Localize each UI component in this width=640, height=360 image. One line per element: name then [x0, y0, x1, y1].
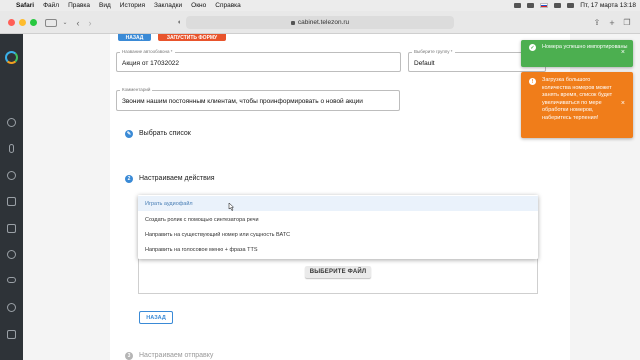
lock-icon	[290, 20, 295, 25]
macos-menubar: Safari Файл Правка Вид История Закладки …	[0, 0, 640, 11]
telezon-logo[interactable]	[5, 51, 18, 64]
chevron-down-icon[interactable]: ⌄	[62, 17, 68, 28]
control-center-icon[interactable]	[567, 3, 575, 8]
action-dropdown-menu: Играть аудиофайл Создать ролик с помощью…	[138, 195, 538, 259]
dropdown-item-tts[interactable]: Создать ролик с помощью синтезатора речи	[138, 212, 538, 227]
autodial-name-value[interactable]: Акция от 17032022	[122, 60, 179, 67]
tab-overview-icon[interactable]: ❐	[622, 17, 632, 28]
step-back-button[interactable]: НАЗАД	[139, 311, 173, 324]
mouse-pointer-icon	[228, 203, 234, 211]
app-sidebar	[0, 34, 23, 360]
close-icon[interactable]: ×	[621, 100, 625, 107]
close-window-button[interactable]	[8, 19, 15, 26]
menu-view[interactable]: Вид	[99, 2, 111, 9]
autodial-name-field[interactable]: Название автообзвона * Акция от 17032022	[116, 49, 401, 72]
step-configure-sending[interactable]: Настраиваем отправку	[139, 352, 213, 359]
clock[interactable]: Пт, 17 марта 13:18	[580, 2, 636, 9]
chat-icon[interactable]	[7, 250, 16, 259]
browser-toolbar: ⌄ ‹ › ◖ cabinet.telezon.ru ⇪ + ❐	[0, 11, 640, 34]
autodial-name-label: Название автообзвона *	[120, 49, 175, 54]
document-icon[interactable]	[7, 197, 16, 206]
address-bar[interactable]: cabinet.telezon.ru	[186, 16, 454, 29]
launch-form-button[interactable]: ЗАПУСТИТЬ ФОРМУ	[158, 34, 226, 41]
group-select-value[interactable]: Default	[414, 60, 435, 67]
grid-icon[interactable]	[7, 330, 16, 339]
privacy-shield-icon[interactable]: ◖	[175, 17, 183, 28]
new-tab-icon[interactable]: +	[608, 17, 616, 28]
link-icon[interactable]	[7, 277, 16, 283]
menu-window[interactable]: Окно	[191, 2, 206, 9]
minimize-window-button[interactable]	[19, 19, 26, 26]
battery-icon[interactable]	[514, 3, 522, 8]
comment-field[interactable]: Комментарий Звоним нашим постоянным клие…	[116, 87, 400, 111]
menu-safari[interactable]: Safari	[16, 2, 34, 9]
url-text: cabinet.telezon.ru	[297, 19, 350, 26]
menu-edit[interactable]: Правка	[68, 2, 90, 9]
step-complete-pencil-icon: ✎	[125, 130, 133, 138]
microphone-icon[interactable]	[9, 144, 14, 153]
step-number-3: 3	[125, 352, 133, 360]
warning-toast-text: Загрузка большого количества номеров мож…	[542, 77, 613, 121]
check-icon: ✓	[529, 44, 536, 51]
menu-help[interactable]: Справка	[215, 2, 241, 9]
wifi-icon[interactable]	[527, 3, 535, 8]
menu-bookmarks[interactable]: Закладки	[154, 2, 182, 9]
zoom-window-button[interactable]	[30, 19, 37, 26]
phone-settings-icon[interactable]	[7, 303, 16, 312]
search-icon[interactable]	[554, 3, 562, 8]
step-number-2: 2	[125, 175, 133, 183]
search-icon[interactable]	[7, 171, 16, 180]
share-icon[interactable]: ⇪	[593, 17, 601, 28]
menu-file[interactable]: Файл	[43, 2, 59, 9]
dropdown-item-redirect-number[interactable]: Направить на существующий номер или сущн…	[138, 227, 538, 242]
close-icon[interactable]: ×	[621, 49, 625, 56]
status-area: Пт, 17 марта 13:18	[514, 0, 636, 11]
step-configure-actions[interactable]: Настраиваем действия	[139, 175, 215, 182]
warning-icon: !	[529, 78, 536, 85]
top-back-button[interactable]: НАЗАД	[118, 34, 151, 41]
step-choose-list[interactable]: Выбрать список	[139, 130, 191, 137]
menu-history[interactable]: История	[120, 2, 145, 9]
comment-value[interactable]: Звоним нашим постоянным клиентам, чтобы …	[122, 98, 363, 105]
comment-label: Комментарий	[120, 87, 153, 92]
calculator-icon[interactable]	[7, 224, 16, 233]
dropdown-item-play-audio[interactable]: Играть аудиофайл	[138, 196, 538, 211]
select-file-button[interactable]: ВЫБЕРИТЕ ФАЙЛ	[305, 266, 371, 278]
group-select-label: Выберите группу *	[412, 49, 455, 54]
success-toast: ✓ Номера успешно импортированы ×	[521, 40, 633, 67]
settings-icon[interactable]	[7, 118, 16, 127]
success-toast-text: Номера успешно импортированы	[542, 44, 628, 50]
forward-arrow-icon[interactable]: ›	[86, 17, 94, 28]
sidebar-toggle-icon[interactable]	[45, 19, 57, 27]
dropdown-item-voice-menu[interactable]: Направить на голосовое меню + фраза TTS	[138, 242, 538, 257]
warning-toast: ! Загрузка большого количества номеров м…	[521, 72, 633, 138]
back-arrow-icon[interactable]: ‹	[74, 17, 82, 28]
language-flag-icon[interactable]	[540, 3, 549, 8]
